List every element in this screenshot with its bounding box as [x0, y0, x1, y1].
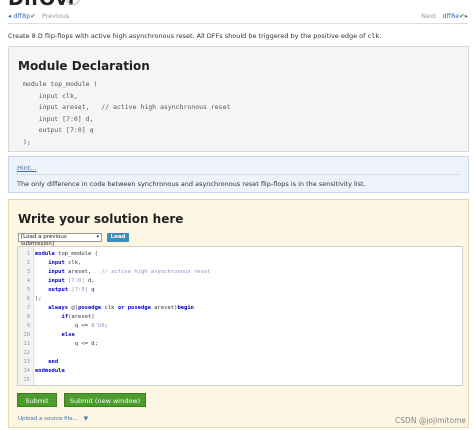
line-number: 4 — [26, 278, 30, 284]
line-number: 13 — [23, 359, 30, 365]
next-nav[interactable]: Next dff8e✔▸ — [421, 12, 468, 20]
code-line: 15 — [18, 376, 462, 385]
description-end: . — [379, 32, 382, 40]
line-number: 6 — [26, 296, 30, 302]
code-line: 6); — [18, 295, 462, 304]
line-number: 11 — [23, 341, 30, 347]
divider — [8, 23, 468, 24]
hint-divider — [17, 174, 460, 175]
code-line: 4 input [7:0] d, — [18, 277, 462, 286]
code-line: 14 endmodule — [18, 367, 462, 376]
description-code: clk — [367, 32, 380, 40]
module-declaration-panel: Module Declaration module top_module ( i… — [8, 46, 469, 152]
code-line: 1 module top_module ( — [18, 250, 462, 259]
code-line: 10 else — [18, 331, 462, 340]
submit-new-window-button[interactable]: Submit (new window) — [64, 393, 146, 407]
prev-problem-link[interactable]: dff8p — [13, 12, 30, 20]
chevron-down-icon: ▾ — [96, 234, 99, 240]
next-arrow-icon[interactable]: ▸ — [465, 12, 468, 20]
code-line: 12 — [18, 349, 462, 358]
line-number: 15 — [23, 377, 30, 383]
prev-nav[interactable]: ◂ dff8p✔ Previous — [8, 12, 69, 20]
line-number: 8 — [26, 314, 30, 320]
line-number: 10 — [23, 332, 30, 338]
load-button[interactable]: Load — [107, 233, 129, 242]
description-text: Create 8 D flip-flops with active high a… — [8, 32, 368, 40]
code-line: 5 output [7:0] q — [18, 286, 462, 295]
chevron-down-icon[interactable]: ▼ — [84, 416, 88, 422]
next-label[interactable]: Next — [421, 12, 436, 20]
hint-text: The only difference in code between sync… — [17, 180, 366, 188]
code-editor[interactable]: 1 module top_module ( 2 input clk, 3 inpu… — [17, 246, 463, 386]
module-declaration-code: module top_module ( input clk, input are… — [23, 80, 231, 146]
upload-source-link[interactable]: Upload a source file... ▼ — [18, 416, 88, 422]
load-submission-select[interactable]: [Load a previous submission] ▾ — [18, 233, 102, 247]
code-line: 13 end — [18, 358, 462, 367]
module-declaration-heading: Module Declaration — [18, 59, 150, 73]
code-line: 2 input clk, — [18, 259, 462, 268]
line-number: 1 — [26, 251, 30, 257]
line-number: 3 — [26, 269, 30, 275]
code-line: 3 input areset, // active high asynchron… — [18, 268, 462, 277]
code-line: 7 always @(posedge clk or posedge areset… — [18, 304, 462, 313]
line-number: 5 — [26, 287, 30, 293]
watermark: CSDN @jojimitome — [395, 416, 466, 425]
solved-check-icon: ✔ — [30, 12, 36, 20]
line-number: 14 — [23, 368, 30, 374]
code-line: 11 q <= d; — [18, 340, 462, 349]
solution-panel: Write your solution here [Load a previou… — [8, 199, 469, 428]
prev-label[interactable]: Previous — [42, 12, 69, 20]
prev-arrow-icon[interactable]: ◂ — [8, 12, 11, 20]
line-number: 9 — [26, 323, 30, 329]
code-line: 9 q <= 8'b0; — [18, 322, 462, 331]
problem-description: Create 8 D flip-flops with active high a… — [8, 32, 381, 40]
solution-heading: Write your solution here — [18, 212, 184, 226]
upload-label[interactable]: Upload a source file... — [18, 416, 78, 422]
hint-panel: Hint... The only difference in code betw… — [8, 156, 469, 193]
line-number: 7 — [26, 305, 30, 311]
next-problem-link[interactable]: dff8e — [443, 12, 460, 20]
code-line: 8 if(areset) — [18, 313, 462, 322]
hint-link[interactable]: Hint... — [17, 164, 37, 172]
line-number: 12 — [23, 350, 30, 356]
submit-button[interactable]: Submit — [17, 393, 57, 407]
line-number: 2 — [26, 260, 30, 266]
